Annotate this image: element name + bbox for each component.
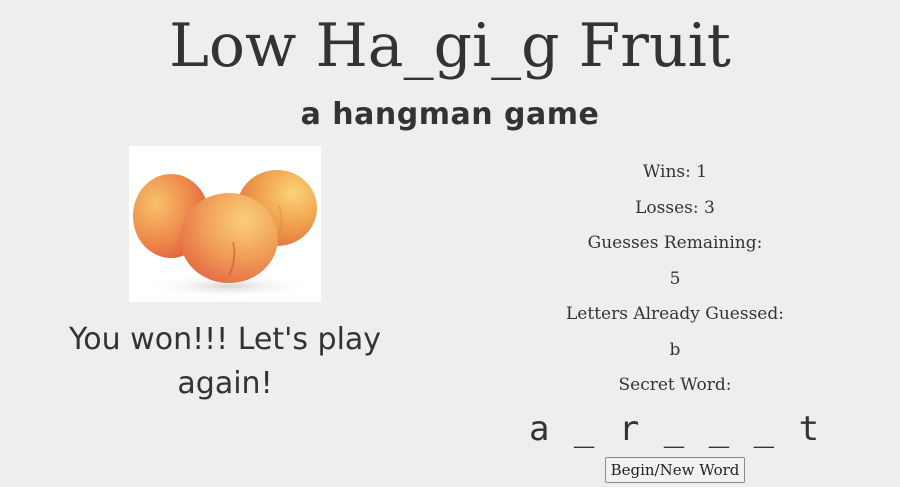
scoreboard: Wins: 1 Losses: 3 Guesses Remaining: 5 L…	[450, 155, 900, 483]
secret-word-label: Secret Word:	[618, 375, 732, 395]
game-title: Low Ha_gi_g Fruit	[169, 11, 731, 81]
letters-guessed-label: Letters Already Guessed:	[566, 304, 784, 324]
fruit-image	[129, 146, 321, 302]
game-subtitle: a hangman game	[300, 97, 600, 132]
game-message: You won!!! Let's play again!	[68, 322, 382, 401]
guesses-remaining-label: Guesses Remaining:	[587, 233, 763, 253]
secret-word: a _ r _ _ _ t	[528, 408, 822, 449]
guesses-remaining-value: 5	[669, 268, 681, 289]
new-word-button[interactable]: Begin/New Word	[604, 456, 746, 483]
letters-guessed-value: b	[669, 339, 681, 360]
peach-front	[180, 193, 278, 283]
wins-count: Wins: 1	[642, 162, 708, 182]
losses-count: Losses: 3	[635, 197, 715, 218]
